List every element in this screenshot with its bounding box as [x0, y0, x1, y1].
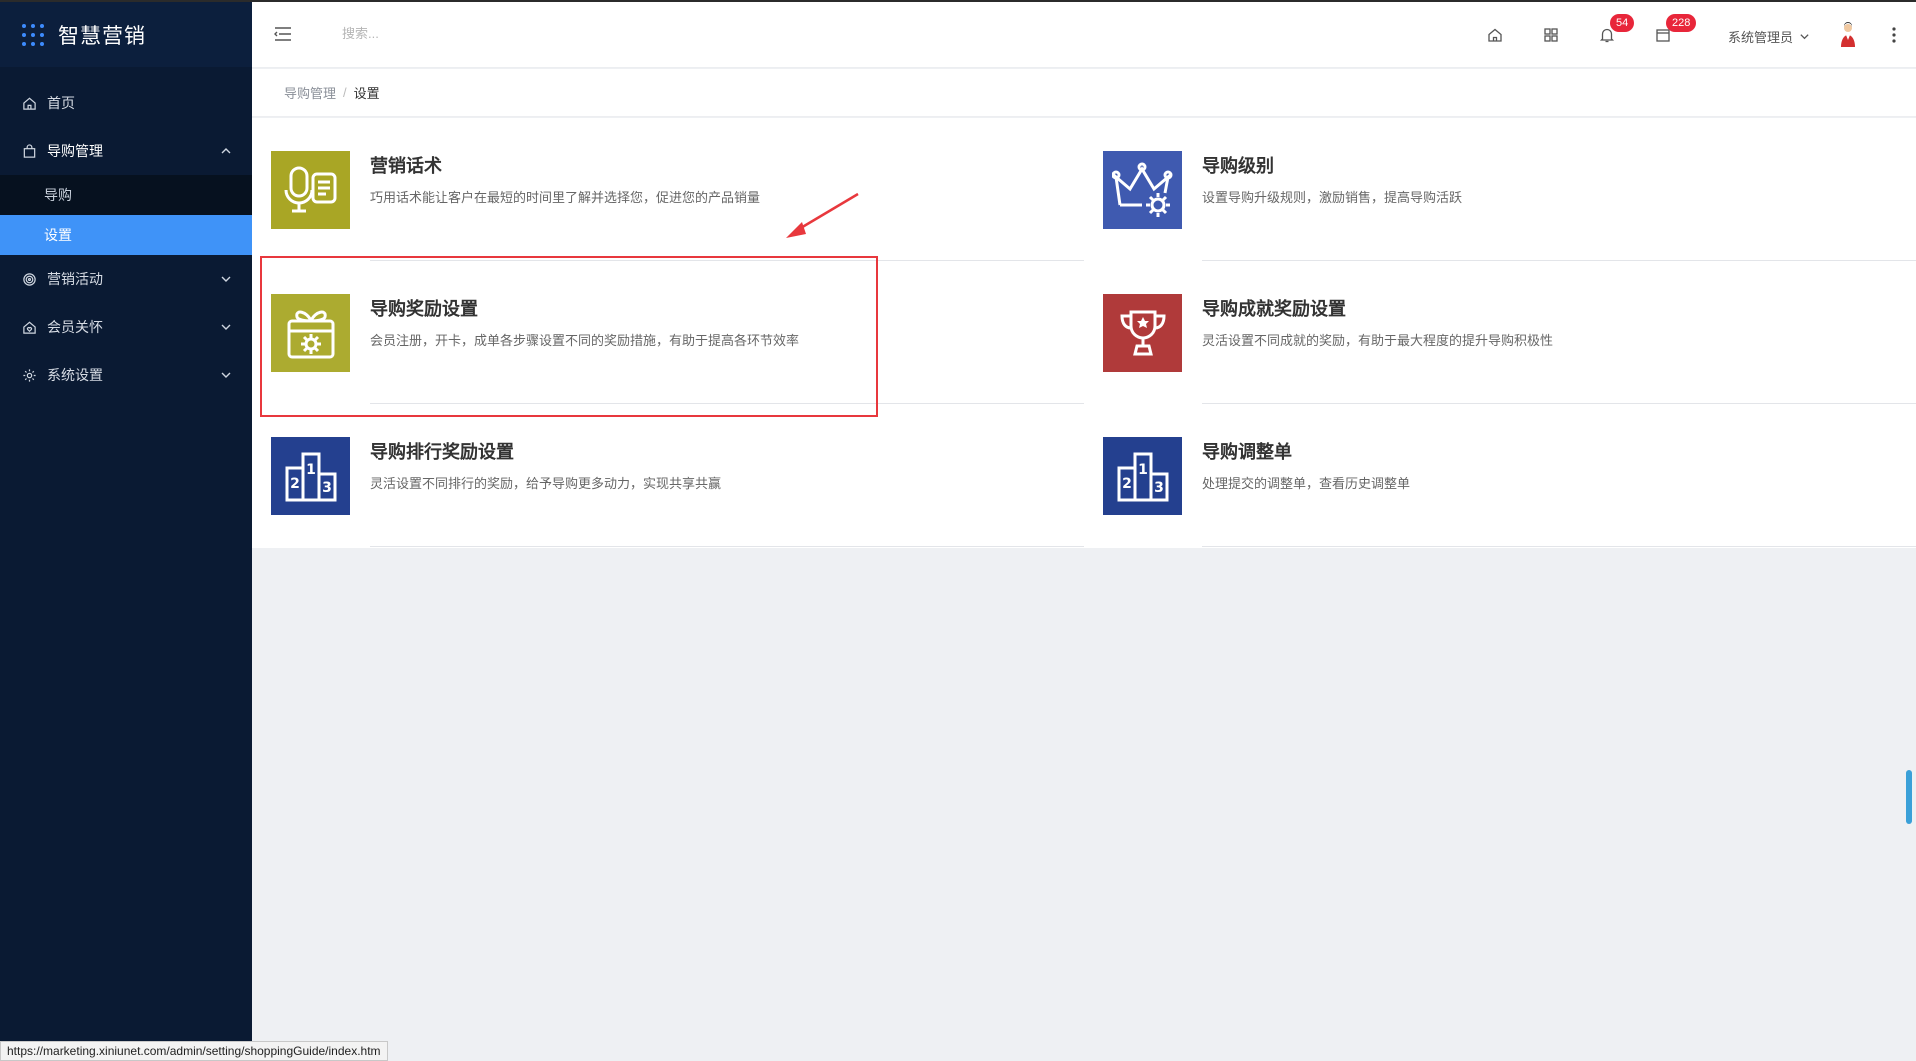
chevron-down-icon	[221, 372, 231, 378]
microphone-script-icon	[271, 151, 350, 229]
bag-icon	[21, 143, 37, 159]
sidebar-item-home[interactable]: 首页	[0, 79, 252, 127]
divider	[1202, 546, 1916, 547]
notification-count-badge: 54	[1610, 14, 1635, 32]
card-title: 导购成就奖励设置	[1202, 299, 1346, 319]
card-title: 营销话术	[370, 156, 442, 176]
sidebar-item-member-care[interactable]: 会员关怀	[0, 303, 252, 351]
home-icon[interactable]	[1486, 26, 1504, 44]
target-icon	[21, 271, 37, 287]
sidebar-item-label: 会员关怀	[47, 319, 103, 335]
sidebar-item-guide-management[interactable]: 导购管理	[0, 127, 252, 175]
breadcrumb-parent[interactable]: 导购管理	[284, 83, 336, 102]
brand[interactable]: 智慧营销	[0, 0, 252, 67]
podium-icon: 12 3	[271, 437, 350, 515]
card-title: 导购排行奖励设置	[370, 442, 514, 462]
card-title: 导购调整单	[1202, 442, 1292, 462]
chevron-down-icon	[221, 324, 231, 330]
app-grid-logo-icon	[22, 23, 44, 46]
user-menu[interactable]: 系统管理员	[1728, 27, 1810, 46]
card-adjustment-order[interactable]: 12 3 导购调整单 处理提交的调整单，查看历史调整单	[1084, 404, 1916, 547]
sidebar-subitem-guide[interactable]: 导购	[0, 175, 252, 215]
card-description: 处理提交的调整单，查看历史调整单	[1202, 476, 1411, 491]
card-achievement-reward-settings[interactable]: 导购成就奖励设置 灵活设置不同成就的奖励，有助于最大程度的提升导购积极性	[1084, 261, 1916, 404]
search-input[interactable]	[342, 26, 502, 41]
sidebar: 智慧营销 首页 导购管理 导购 设置 营销活动 会员关怀 系统设置	[0, 0, 252, 1061]
breadcrumb-current: 设置	[353, 86, 380, 101]
app-title: 智慧营销	[58, 24, 146, 48]
chevron-up-icon	[221, 148, 231, 154]
sidebar-item-label: 首页	[47, 95, 75, 111]
card-title: 导购级别	[1202, 156, 1274, 176]
breadcrumb: 导购管理 / 设置	[252, 69, 1916, 117]
divider	[370, 546, 1084, 547]
card-marketing-script[interactable]: 营销话术 巧用话术能让客户在最短的时间里了解并选择您，促进您的产品销量	[252, 118, 1084, 261]
card-description: 灵活设置不同排行的奖励，给予导购更多动力，实现共享共赢	[370, 476, 722, 491]
scrollbar-thumb[interactable]	[1906, 770, 1912, 824]
breadcrumb-separator: /	[343, 85, 347, 100]
svg-text:3: 3	[322, 480, 332, 496]
sidebar-item-label: 系统设置	[47, 367, 103, 383]
more-options-icon[interactable]	[1892, 26, 1896, 44]
svg-text:2: 2	[290, 476, 300, 492]
card-description: 巧用话术能让客户在最短的时间里了解并选择您，促进您的产品销量	[370, 190, 761, 205]
home-icon	[21, 95, 37, 111]
sidebar-item-marketing[interactable]: 营销活动	[0, 255, 252, 303]
card-guide-level[interactable]: 导购级别 设置导购升级规则，激励销售，提高导购活跃	[1084, 118, 1916, 261]
card-ranking-reward-settings[interactable]: 12 3 导购排行奖励设置 灵活设置不同排行的奖励，给予导购更多动力，实现共享共赢	[252, 404, 1084, 547]
menu-toggle-icon[interactable]	[274, 26, 292, 42]
chevron-down-icon	[1800, 34, 1809, 40]
svg-text:1: 1	[1138, 462, 1148, 478]
apps-grid-icon[interactable]	[1542, 26, 1560, 44]
home-heart-icon	[21, 319, 37, 335]
top-header: 54 228 系统管理员	[252, 0, 1916, 68]
sidebar-item-system-settings[interactable]: 系统设置	[0, 351, 252, 399]
svg-text:2: 2	[1122, 476, 1132, 492]
trophy-icon	[1103, 294, 1182, 372]
status-url: https://marketing.xiniunet.com/admin/set…	[0, 1041, 388, 1061]
svg-text:3: 3	[1154, 480, 1164, 496]
podium-icon: 12 3	[1103, 437, 1182, 515]
svg-text:1: 1	[306, 462, 316, 478]
card-description: 设置导购升级规则，激励销售，提高导购活跃	[1202, 190, 1463, 205]
message-count-badge: 228	[1666, 14, 1697, 32]
sidebar-item-label: 导购管理	[47, 143, 103, 159]
annotation-arrow-icon	[786, 192, 859, 238]
avatar[interactable]	[1838, 22, 1858, 48]
crown-gear-icon	[1103, 151, 1182, 229]
guide-submenu: 导购 设置	[0, 175, 252, 255]
chevron-down-icon	[221, 276, 231, 282]
user-name: 系统管理员	[1727, 30, 1793, 45]
highlight-box	[260, 256, 878, 417]
sidebar-item-label: 营销活动	[47, 271, 103, 287]
sidebar-subitem-settings[interactable]: 设置	[0, 215, 252, 255]
sidebar-menu: 首页 导购管理 导购 设置 营销活动 会员关怀 系统设置	[0, 79, 252, 399]
gear-icon	[21, 367, 37, 383]
card-description: 灵活设置不同成就的奖励，有助于最大程度的提升导购积极性	[1202, 333, 1554, 348]
